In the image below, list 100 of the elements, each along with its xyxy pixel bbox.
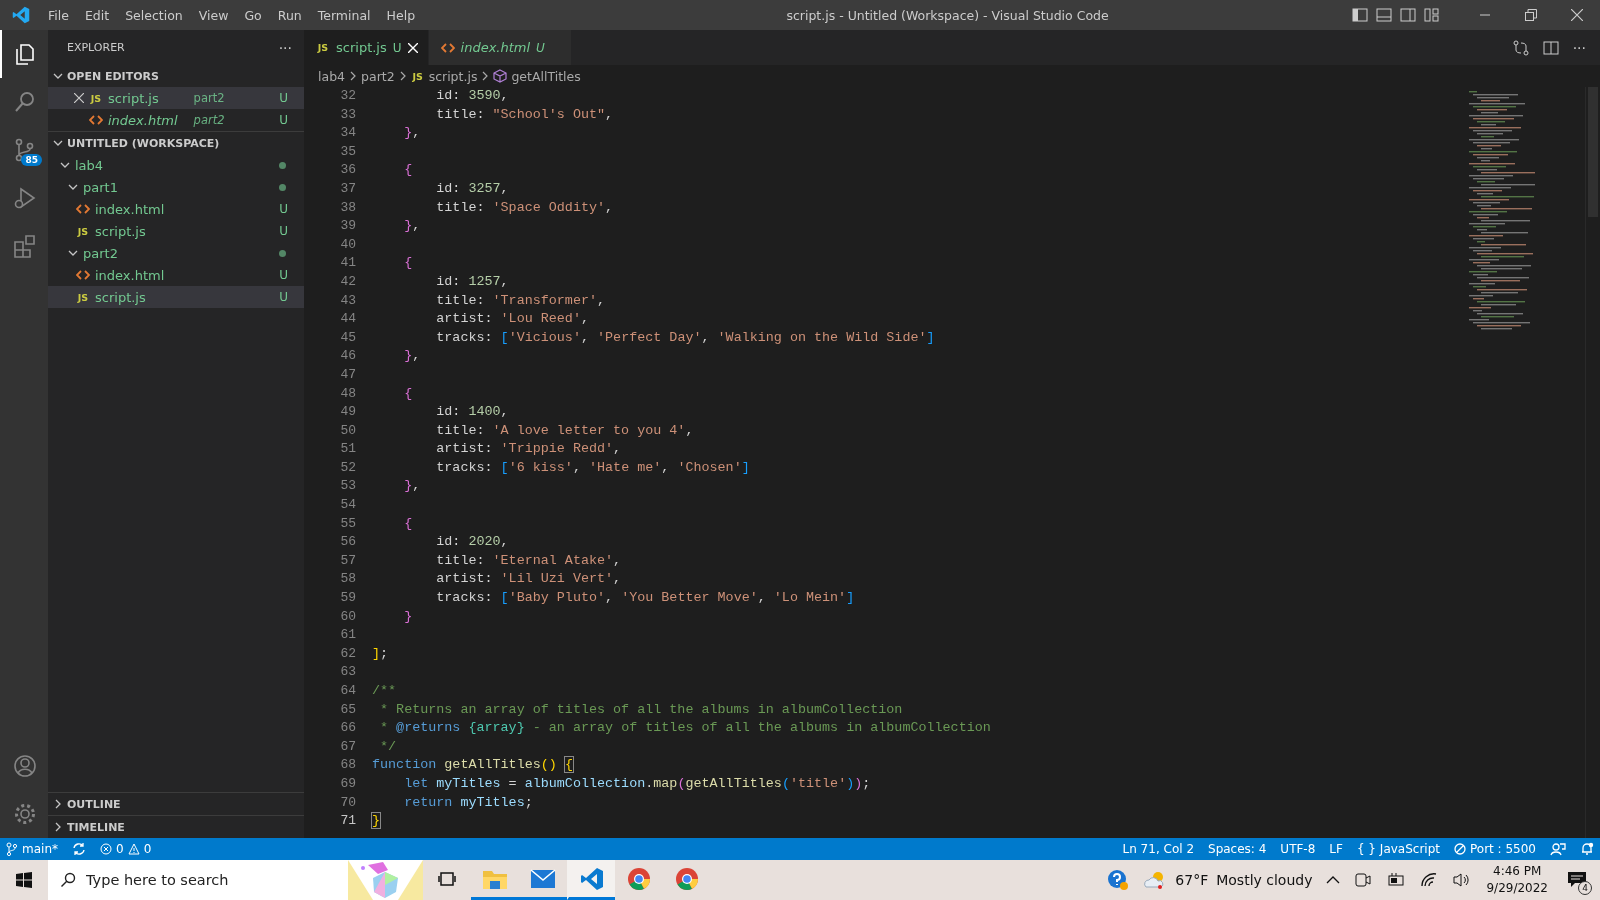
vscode-icon[interactable] xyxy=(580,866,604,891)
section-header[interactable]: OPEN EDITORS xyxy=(48,65,304,87)
file-tree-row[interactable]: JS script.js U xyxy=(48,220,304,242)
toggle-sidebar-icon[interactable] xyxy=(1352,8,1368,22)
editor-tab[interactable]: JS script.js U xyxy=(304,30,429,65)
menu-item[interactable]: File xyxy=(40,7,77,23)
extensions-icon xyxy=(12,233,38,259)
line-number: 52 xyxy=(339,458,356,477)
windows-start-icon[interactable] xyxy=(16,872,32,888)
line-number: 39 xyxy=(339,217,356,236)
file-tree-row[interactable]: index.html U xyxy=(48,198,304,220)
code-line: return myTitles; xyxy=(403,793,534,812)
branch-icon xyxy=(6,842,18,856)
battery-icon[interactable] xyxy=(1386,873,1407,887)
task-view-icon[interactable] xyxy=(438,869,456,888)
chevron-right-icon[interactable] xyxy=(53,822,63,832)
chevron-down-icon[interactable] xyxy=(68,182,78,192)
menu-item[interactable]: Go xyxy=(236,7,270,23)
code-line: * Returns an array of titles of all the albums in albumCollection xyxy=(379,700,904,719)
menu-item[interactable]: Edit xyxy=(76,7,118,23)
feedback-icon[interactable] xyxy=(1550,842,1566,856)
menu-item[interactable]: Help xyxy=(378,7,424,23)
language-mode[interactable]: { } JavaScript xyxy=(1356,842,1440,856)
code-line: */ xyxy=(379,737,398,756)
file-name: script.js xyxy=(95,223,147,239)
breadcrumb-item[interactable]: getAllTitles xyxy=(493,68,581,84)
chevron-down-icon[interactable] xyxy=(68,248,78,258)
status-item[interactable]: LF xyxy=(1329,842,1343,856)
code-line: { xyxy=(403,254,414,273)
file-tree-row[interactable]: index.html U xyxy=(48,264,304,286)
menu-item[interactable]: Run xyxy=(269,7,310,23)
sync-icon[interactable] xyxy=(72,842,86,856)
bell-icon[interactable] xyxy=(1580,842,1594,856)
breadcrumb-item[interactable]: part2 xyxy=(361,68,395,84)
chevron-right-icon xyxy=(398,71,407,81)
clock[interactable]: 4:46 PM 9/29/2022 xyxy=(1486,863,1548,897)
chrome-icon[interactable] xyxy=(675,866,699,891)
live-server-port[interactable]: Port : 5500 xyxy=(1454,842,1536,856)
editor-tab[interactable]: index.html U xyxy=(428,30,572,65)
layout-icon[interactable] xyxy=(1424,8,1440,22)
taskbar-search-field[interactable]: Type here to search xyxy=(48,860,348,900)
code-line: /** xyxy=(372,682,398,700)
compare-changes-icon[interactable] xyxy=(1512,39,1529,56)
more-actions-icon[interactable]: ··· xyxy=(1572,39,1586,56)
line-number: 41 xyxy=(339,254,356,273)
cube-icon xyxy=(493,69,508,83)
chevron-right-icon[interactable] xyxy=(53,799,63,809)
js-file-icon: JS xyxy=(89,92,103,104)
code-line: id: 1400, xyxy=(435,403,510,422)
breadcrumb-item[interactable]: lab4 xyxy=(318,68,346,84)
toggle-panel-icon[interactable] xyxy=(1376,8,1392,22)
split-editor-icon[interactable] xyxy=(1542,40,1559,55)
section-header[interactable]: OUTLINE xyxy=(48,793,304,815)
status-item[interactable]: Spaces: 4 xyxy=(1208,842,1267,856)
more-actions-icon[interactable]: ··· xyxy=(278,39,292,56)
vscode-logo-icon xyxy=(12,6,30,24)
wifi-icon[interactable] xyxy=(1420,873,1439,887)
status-item[interactable]: Ln 71, Col 2 xyxy=(1122,842,1195,856)
js-file-icon: JS xyxy=(76,225,90,237)
file-name: index.html xyxy=(108,112,179,128)
close-icon[interactable] xyxy=(74,93,84,103)
menu-item[interactable]: View xyxy=(190,7,237,23)
line-number: 62 xyxy=(339,644,356,663)
breadcrumb-item[interactable]: JS script.js xyxy=(410,68,478,84)
chevron-down-icon[interactable] xyxy=(60,160,70,170)
line-number: 59 xyxy=(339,589,356,608)
line-number: 63 xyxy=(339,663,356,682)
status-item[interactable]: UTF-8 xyxy=(1280,842,1316,856)
weather-widget[interactable]: 67°F Mostly cloudy xyxy=(1143,870,1313,890)
chevron-up-icon[interactable] xyxy=(1326,875,1341,885)
section-header[interactable]: UNTITLED (WORKSPACE) xyxy=(48,132,304,154)
folder-tree-row[interactable]: part2 xyxy=(48,242,304,264)
menu-item[interactable]: Selection xyxy=(117,7,191,23)
open-editor-item[interactable]: index.html part2 U xyxy=(48,109,304,131)
help-icon[interactable] xyxy=(1107,869,1130,891)
folder-tree-row[interactable]: part1 xyxy=(48,176,304,198)
activity-item[interactable]: 85 xyxy=(0,126,48,174)
open-editor-item[interactable]: JS script.js part2 U xyxy=(48,87,304,109)
settings-icon[interactable] xyxy=(12,801,38,827)
file-tree-row[interactable]: JS script.js U xyxy=(48,286,304,308)
meet-now-icon[interactable] xyxy=(1354,872,1373,888)
account-icon[interactable] xyxy=(12,753,38,779)
notifications-button[interactable]: 4 xyxy=(1562,865,1592,895)
toggle-secondary-sidebar-icon[interactable] xyxy=(1400,8,1416,22)
menu-item[interactable]: Terminal xyxy=(309,7,379,23)
line-number: 47 xyxy=(339,365,356,384)
code-line: id: 3257, xyxy=(435,179,510,198)
section-header[interactable]: TIMELINE xyxy=(48,816,304,838)
section-title: OUTLINE xyxy=(67,797,121,811)
code-line: tracks: ['Baby Pluto', 'You Better Move', 'Lo Mein'] xyxy=(435,589,856,608)
chevron-down-icon[interactable] xyxy=(53,138,63,148)
problems-indicator[interactable]: 0 0 xyxy=(100,842,152,856)
chevron-down-icon[interactable] xyxy=(53,71,63,81)
line-number: 48 xyxy=(339,384,356,403)
branch-indicator[interactable]: main* xyxy=(6,842,58,856)
folder-hint: part2 xyxy=(193,91,226,105)
chrome-icon[interactable] xyxy=(627,866,651,891)
line-number: 37 xyxy=(339,179,356,198)
folder-tree-row[interactable]: lab4 xyxy=(48,154,304,176)
mail-icon[interactable] xyxy=(530,868,556,889)
